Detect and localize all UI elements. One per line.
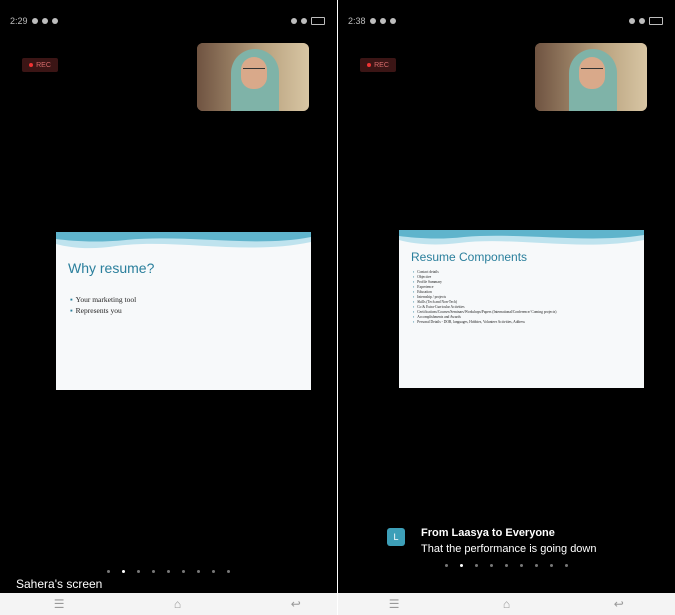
call-icon [369,18,376,24]
chat-message: That the performance is going down [421,543,597,555]
page-dot[interactable] [182,570,185,573]
wifi-icon [639,18,645,24]
notification-icon [379,18,386,24]
shared-slide: Resume Components Contact detailsObjecti… [399,230,644,388]
record-dot-icon [29,63,34,67]
slide-title: Resume Components [411,250,528,264]
menu-icon[interactable]: ☰ [39,597,79,611]
participant-video-tile[interactable] [197,43,309,111]
page-dot[interactable] [212,570,215,573]
page-dot[interactable] [227,570,230,573]
recording-badge: REC [22,58,58,72]
notification-icon [41,18,48,24]
notification-icon [31,18,38,24]
page-dot[interactable] [107,570,110,573]
signal-icon [291,18,297,24]
slide-title: Why resume? [68,260,155,276]
page-indicator[interactable] [0,570,337,573]
android-nav-bar: ☰ ⌂ ↩ [338,593,675,615]
status-time: 2:29 [10,16,28,26]
status-bar: 2:38 [348,14,663,28]
shared-slide: Why resume? Your marketing toolRepresent… [56,232,311,390]
slide-bullet-list: Contact detailsObjectiveProfile SummaryE… [413,270,638,325]
slide-bullet-list: Your marketing toolRepresents you [70,294,137,316]
recording-label: REC [36,61,51,69]
slide-bullet: Represents you [70,305,136,316]
notification-icon [389,18,396,24]
android-nav-bar: ☰ ⌂ ↩ [0,593,337,615]
signal-icon [629,18,635,24]
back-icon[interactable]: ↩ [276,597,316,611]
chat-sender: From Laasya to Everyone [421,527,555,539]
recording-label: REC [374,61,389,69]
status-bar: 2:29 [10,14,325,28]
page-dot[interactable] [122,570,125,573]
record-dot-icon [367,63,372,67]
chat-notification[interactable]: L From Laasya to Everyone That the perfo… [387,526,672,566]
page-dot[interactable] [167,570,170,573]
battery-icon [649,17,663,25]
back-icon[interactable]: ↩ [599,597,639,611]
battery-icon [311,17,325,25]
slide-bullet: Personal Details - DOB, languages, Hobbi… [413,320,638,325]
chat-avatar: L [387,528,405,546]
notification-icon [51,18,58,24]
shared-screen-label: Sahera's screen [16,577,103,591]
participant-video-tile[interactable] [535,43,647,111]
home-icon[interactable]: ⌂ [486,597,526,611]
home-icon[interactable]: ⌂ [157,597,197,611]
recording-badge: REC [360,58,396,72]
page-dot[interactable] [137,570,140,573]
status-time: 2:38 [348,16,366,26]
menu-icon[interactable]: ☰ [374,597,414,611]
page-dot[interactable] [152,570,155,573]
slide-bullet: Your marketing tool [70,294,137,305]
wifi-icon [301,18,307,24]
slide-wave-decoration [56,232,311,249]
page-dot[interactable] [197,570,200,573]
left-phone-screenshot: 2:29 REC Why resume? Your marketing tool… [0,0,337,615]
